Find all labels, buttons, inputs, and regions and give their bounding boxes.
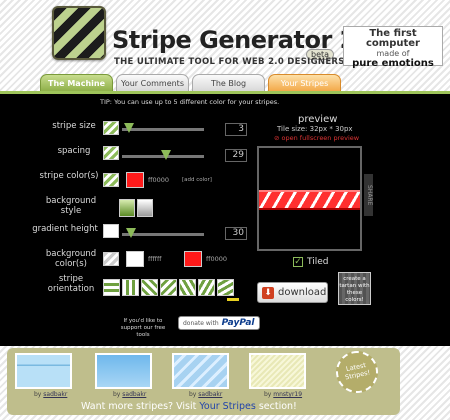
gradient-height-icon (103, 224, 119, 238)
gradient-height-input[interactable]: 30 (225, 227, 247, 240)
support-text: If you'd like to support our free tools (120, 318, 166, 338)
latest-stripe-thumb-4[interactable] (249, 353, 306, 389)
stripe-size-slider-handle[interactable] (124, 123, 134, 133)
background-color-2-swatch[interactable] (184, 251, 202, 267)
selected-orientation-marker (227, 298, 239, 301)
orientation-vertical-option[interactable] (122, 279, 139, 296)
create-tartan-button[interactable]: create a tartan with these colors! (338, 272, 371, 305)
spacing-label: spacing (57, 146, 91, 156)
background-style-flat-option[interactable] (137, 199, 153, 217)
app-logo (52, 6, 106, 60)
author-link[interactable]: sadbakr (198, 391, 222, 398)
author-link[interactable]: sadbakr (43, 391, 67, 398)
tagline: THE ULTIMATE TOOL FOR WEB 2.0 DESIGNERS (114, 57, 345, 67)
download-label: download (278, 287, 327, 298)
stripe-size-input[interactable]: 3 (225, 123, 247, 136)
latest-stripe-credit-3: by sadbakr (189, 391, 222, 398)
ad-line-1: The first computer (366, 28, 420, 49)
preview-title: preview (298, 114, 338, 125)
download-button[interactable]: ⬇ download (257, 282, 328, 303)
orientation-slant-3-option[interactable] (217, 279, 234, 296)
latest-stripe-thumb-3[interactable] (172, 353, 229, 389)
latest-stripe-credit-4: by mnstyr19 (264, 391, 302, 398)
your-stripes-link[interactable]: Your Stripes (199, 401, 255, 412)
more-prefix: Want more stripes? Visit (81, 401, 200, 412)
ad-line-3: pure emotions (352, 58, 434, 69)
page-title: Stripe Generator 2.0 (112, 26, 381, 54)
background-color-1-swatch[interactable] (126, 251, 144, 267)
spacing-icon (103, 146, 119, 160)
spacing-slider-handle[interactable] (161, 150, 171, 160)
tab-your-stripes[interactable]: Your Stripes (268, 74, 341, 91)
by-label: by (189, 391, 197, 398)
orientation-diagonal-left-option[interactable] (160, 279, 177, 296)
tile-size-text: Tile size: 32px * 30px (277, 125, 353, 133)
author-link[interactable]: sadbakr (122, 391, 146, 398)
background-color-2-hex[interactable]: ff0000 (206, 255, 227, 263)
paypal-prefix: donate with (183, 319, 219, 327)
by-label: by (34, 391, 42, 398)
background-color-icon (103, 252, 119, 266)
background-colors-label: background color(s) (45, 249, 97, 269)
stripe-orientation-label: stripe orientation (47, 274, 95, 294)
open-fullscreen-preview-label: open fullscreen preview (281, 134, 360, 142)
fullscreen-icon: ⊘ (274, 134, 282, 142)
latest-stripe-thumb-2[interactable] (95, 353, 152, 389)
stripe-colors-label: stripe color(s) (39, 171, 99, 181)
tab-the-blog[interactable]: The Blog (192, 74, 265, 91)
background-style-gradient-option[interactable] (119, 199, 135, 217)
tab-bar: The Machine Your Comments The Blog Your … (40, 74, 341, 91)
orientation-horizontal-option[interactable] (103, 279, 120, 296)
more-stripes-text: Want more stripes? Visit Your Stripes se… (81, 401, 297, 412)
tiled-checkbox[interactable]: ✓ (293, 257, 303, 267)
background-style-label: background style (45, 196, 97, 216)
tip-text: TIP: You can use up to 5 different color… (100, 98, 280, 106)
tab-the-machine[interactable]: The Machine (40, 74, 113, 91)
by-label: by (264, 391, 272, 398)
share-tab[interactable]: SHARE (364, 174, 373, 216)
open-fullscreen-preview-link[interactable]: ⊘ open fullscreen preview (274, 134, 359, 142)
orientation-slant-2-option[interactable] (198, 279, 215, 296)
spacing-input[interactable]: 29 (225, 149, 247, 162)
latest-stripe-thumb-1[interactable] (15, 353, 72, 389)
stripe-size-icon (103, 121, 119, 135)
by-label: by (113, 391, 121, 398)
add-color-link[interactable]: [add color] (182, 177, 212, 183)
orientation-diagonal-right-option[interactable] (141, 279, 158, 296)
stripe-color-icon (103, 173, 119, 187)
paypal-donate-button[interactable]: donate with PayPal (178, 316, 260, 330)
tiled-toggle[interactable]: ✓ Tiled (293, 257, 328, 267)
paypal-logo: PayPal (221, 318, 255, 328)
stripe-preview (257, 146, 362, 251)
tab-your-comments[interactable]: Your Comments (116, 74, 189, 91)
stripe-color-hex[interactable]: ff0000 (148, 176, 169, 184)
background-color-1-hex[interactable]: ffffff (148, 255, 161, 263)
tiled-label: Tiled (307, 257, 329, 267)
preview-stripe-band (259, 190, 360, 210)
orientation-slant-1-option[interactable] (179, 279, 196, 296)
download-arrow-icon: ⬇ (262, 286, 274, 299)
stripe-color-swatch[interactable] (126, 172, 144, 188)
stripe-size-label: stripe size (52, 121, 96, 131)
gradient-height-slider-handle[interactable] (126, 228, 136, 238)
latest-stripe-credit-2: by sadbakr (113, 391, 146, 398)
author-link[interactable]: mnstyr19 (273, 391, 302, 398)
latest-stripe-credit-1: by sadbakr (34, 391, 67, 398)
stripe-size-slider[interactable] (122, 128, 204, 131)
more-suffix: section! (255, 401, 297, 412)
ad-banner[interactable]: The first computer made of pure emotions (343, 26, 443, 69)
gradient-height-label: gradient height (32, 224, 98, 234)
